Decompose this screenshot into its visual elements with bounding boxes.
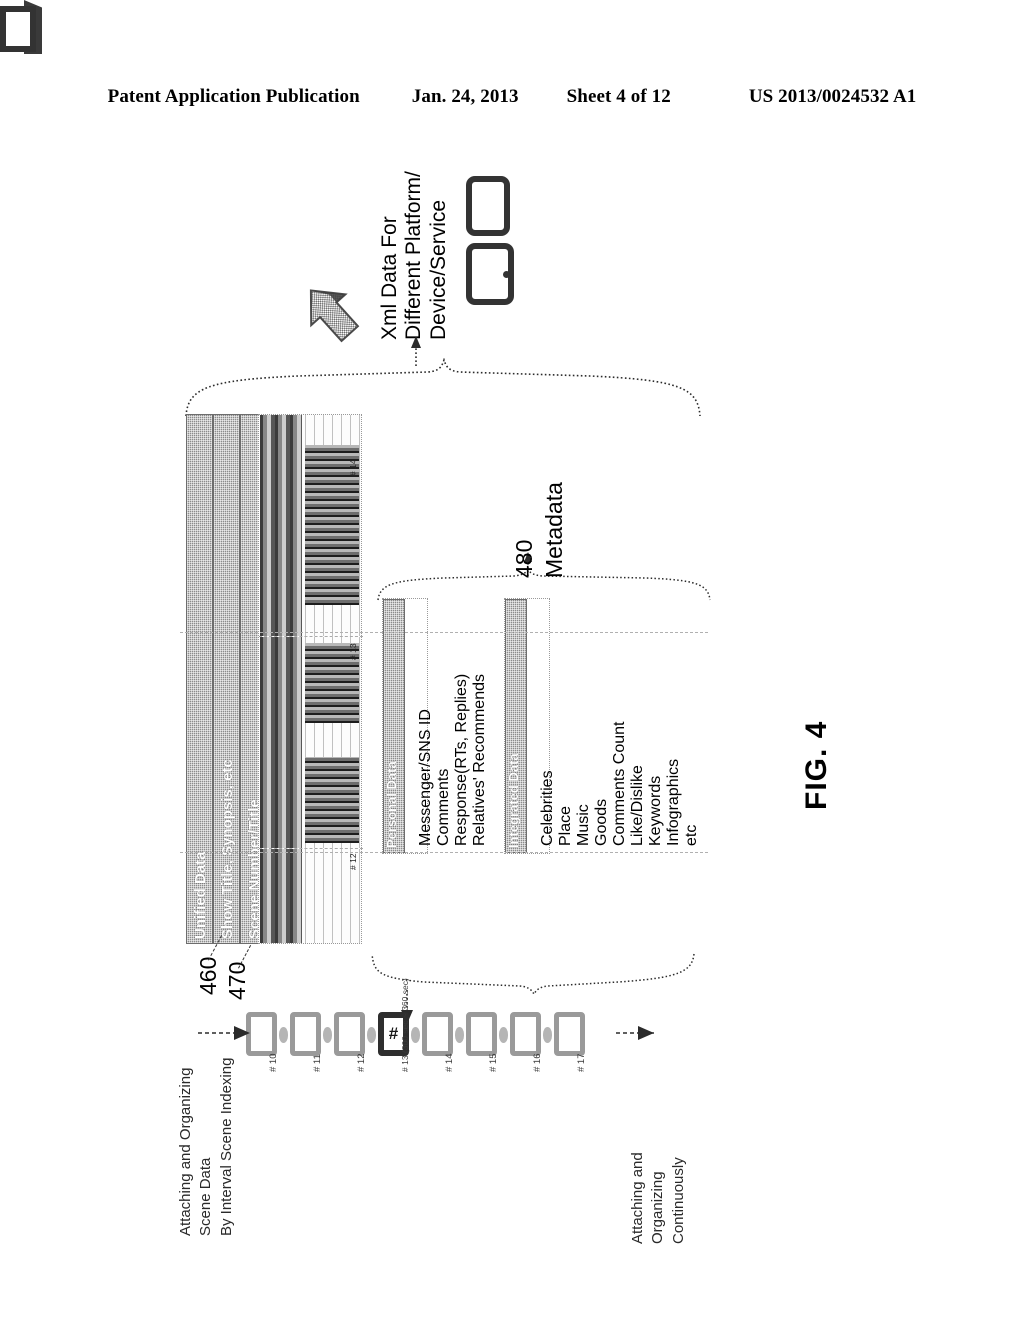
section-divider xyxy=(180,632,708,633)
xml-caption-line-2: Different Platform/ xyxy=(402,171,426,340)
integrated-data-item: Keywords xyxy=(647,775,664,846)
integrated-data-item: Celebrities xyxy=(539,770,556,846)
scene-tick-label: # 14 xyxy=(444,1053,455,1073)
feature-phone-icon xyxy=(0,0,42,54)
figure-label: FIG. 4 xyxy=(800,720,833,810)
scene-box[interactable] xyxy=(466,1012,497,1056)
integrated-data-item: Music xyxy=(575,804,592,846)
integrated-data-header: Integrated Data xyxy=(505,599,527,853)
xml-output-caption: Xml Data For Different Platform/ Device/… xyxy=(378,171,451,340)
scene-box-glyph xyxy=(295,1017,316,1051)
scene-connector xyxy=(499,1027,508,1043)
scene-box-glyph xyxy=(339,1017,360,1051)
scene-box-glyph xyxy=(471,1017,492,1051)
feature-phone-body xyxy=(0,6,36,52)
integrated-data-item: Place xyxy=(557,805,574,846)
timeline-top-caption-line-1: Attaching and Organizing xyxy=(177,1067,194,1236)
personal-data-item: Comments xyxy=(435,768,452,846)
timeline-top-caption-line-2: Scene Data xyxy=(197,1157,215,1236)
timeline-bottom-caption-line-1: Attaching and xyxy=(629,1152,646,1244)
personal-data-header: Personal Data xyxy=(383,599,405,853)
scene-thumbnail-tag-text: # 13 xyxy=(348,643,358,660)
scene-box-glyph xyxy=(427,1017,448,1051)
scene-thumbnail-image xyxy=(260,637,302,848)
header-date: Jan. 24, 2013 xyxy=(411,86,519,107)
scene-thumbnail-cell: # 12 xyxy=(259,849,363,943)
scene-thumbnail-cell: # 13 xyxy=(259,637,363,849)
metadata-reference-numeral: 480 xyxy=(511,539,537,578)
scene-tick-label: # 17 xyxy=(576,1053,587,1073)
header-patent-number: US 2013/0024532 A1 xyxy=(748,86,917,107)
unified-data-row-show-title: Show Title, Synopsis, etc xyxy=(213,414,240,944)
integrated-data-header-label: Integrated Data xyxy=(506,753,521,848)
timeline-top-caption-line-3: By Interval Scene Indexing xyxy=(217,1057,235,1236)
unified-data-row-1-label: Show Title, Synopsis, etc xyxy=(219,759,236,939)
scene-timeline: # xyxy=(246,1012,606,1060)
scene-thumbnail-tag-text: # 14 xyxy=(348,459,358,476)
integrated-data-item: Like/Dislike xyxy=(629,765,646,846)
timeline-top-caption: Attaching and Organizing Scene Data By I… xyxy=(176,1058,237,1236)
scene-thumbnail-image xyxy=(260,849,302,943)
scene-box-glyph xyxy=(559,1017,580,1051)
unified-data-row-unified: Unified Data xyxy=(186,414,213,944)
scene-waveform-bar xyxy=(305,757,359,843)
timeline-end-arrow xyxy=(616,1026,654,1040)
scene-box[interactable] xyxy=(510,1012,541,1056)
integrated-data-item: Comments Count xyxy=(611,721,628,847)
scene-box[interactable] xyxy=(554,1012,585,1056)
scene-tick-label: # 10 xyxy=(268,1053,279,1073)
scene-thumbnail-cell: # 14 xyxy=(259,415,363,637)
patent-header: Patent Application Publication Jan. 24, … xyxy=(0,86,1024,108)
section-divider xyxy=(180,852,708,853)
scene-connector xyxy=(455,1027,464,1043)
scene-connector xyxy=(367,1027,376,1043)
integrated-data-item: Infographics xyxy=(665,758,682,846)
phone-device-icon xyxy=(466,243,514,305)
header-sheet: Sheet 4 of 12 xyxy=(566,86,671,107)
xml-caption-line-3: Device/Service xyxy=(426,199,450,340)
scene-box-glyph xyxy=(251,1017,272,1051)
scene-connector xyxy=(323,1027,332,1043)
phone-button-dot xyxy=(503,271,510,278)
scene-tick-label: # 15 xyxy=(488,1053,499,1073)
timeline-bottom-caption-line-2: Organizing xyxy=(649,1171,667,1244)
personal-data-header-label: Personal Data xyxy=(384,761,399,848)
metadata-label: Metadata xyxy=(541,482,567,578)
scene-connector xyxy=(411,1027,420,1043)
reference-numeral-460: 460 xyxy=(195,956,221,995)
tablet-device-icon xyxy=(466,176,510,236)
personal-data-item: Relatives' Recommends xyxy=(471,673,488,846)
xml-output-brace-stem xyxy=(411,336,421,366)
scene-thumbnail-image xyxy=(260,415,302,636)
integrated-data-item: etc xyxy=(683,824,700,846)
personal-data-items: Messenger/SNS ID Comments Response(RTs, … xyxy=(417,598,504,854)
scene-connector xyxy=(279,1027,288,1043)
scene-box[interactable] xyxy=(334,1012,365,1056)
unified-data-row-0-label: Unified Data xyxy=(192,851,209,939)
scene-box[interactable] xyxy=(422,1012,453,1056)
upload-arrow-icon xyxy=(296,278,370,352)
integrated-data-item: Goods xyxy=(593,798,610,846)
integrated-data-items: Celebrities Place Music Goods Comments C… xyxy=(539,598,700,854)
scene-tick-label: # 16 xyxy=(532,1053,543,1073)
xml-output-brace xyxy=(185,358,701,417)
personal-data-item: Response(RTs, Replies) xyxy=(453,673,470,846)
scene-thumbnail-tag: # 13 xyxy=(345,643,361,660)
scene-box[interactable] xyxy=(290,1012,321,1056)
scene-thumbnail-strip: # 14 # 13 # 12 xyxy=(258,414,363,944)
scene-tick-label: # 12 xyxy=(356,1053,367,1073)
timeline-bottom-caption-line-3: Continuously xyxy=(669,1157,687,1244)
scene-box-glyph xyxy=(515,1017,536,1051)
header-publication: Patent Application Publication xyxy=(107,86,360,107)
scene-thumbnail-tag: # 14 xyxy=(345,459,361,476)
scene-connector xyxy=(543,1027,552,1043)
scene-tick-label-current: # 13 (300 sec ~ 360 sec) xyxy=(400,978,410,1072)
xml-caption-line-1: Xml Data For xyxy=(378,216,401,340)
scene-tick-label: # 11 xyxy=(312,1054,323,1072)
scene-thumbnail-tag-text: # 12 xyxy=(348,853,358,870)
personal-data-item: Messenger/SNS ID xyxy=(417,709,434,846)
scene-thumbnail-tag: # 12 xyxy=(345,853,361,870)
timeline-start-arrow xyxy=(198,1026,250,1040)
timeline-bottom-caption: Attaching and Organizing Continuously xyxy=(628,1152,689,1244)
